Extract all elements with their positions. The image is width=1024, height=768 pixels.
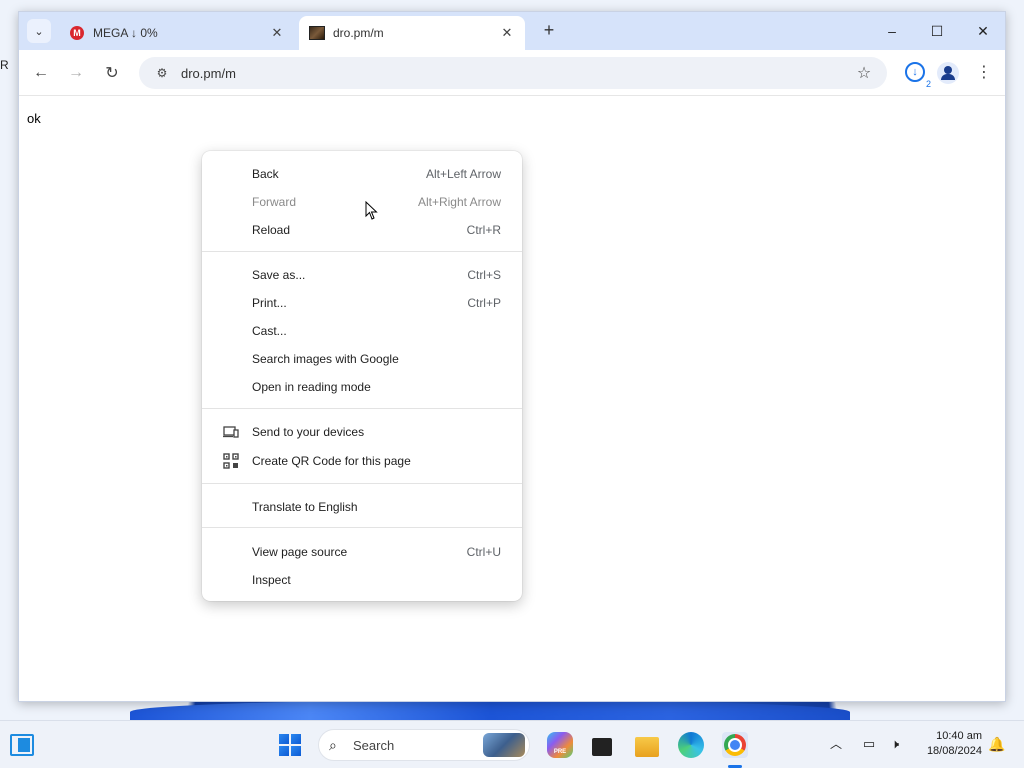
arrow-left-icon: ← xyxy=(33,64,49,81)
mega-icon: M xyxy=(69,25,85,41)
more-menu-icon[interactable]: ⋮ xyxy=(974,60,994,86)
menu-item-search-images[interactable]: Search images with Google xyxy=(202,345,522,373)
chevron-up-icon[interactable]: ︿ xyxy=(830,735,842,752)
menu-item-print[interactable]: Print... Ctrl+P xyxy=(202,289,522,317)
menu-item-label: Save as... xyxy=(252,268,306,282)
menu-item-label: Cast... xyxy=(252,324,287,338)
site-settings-icon[interactable]: ⚙ xyxy=(147,66,177,80)
start-button[interactable] xyxy=(279,734,301,756)
download-icon: ↓ xyxy=(905,62,925,82)
menu-item-qr-code[interactable]: Create QR Code for this page xyxy=(202,447,522,475)
system-clock[interactable]: 10:40 am 18/08/2024 xyxy=(912,729,982,759)
chrome-app-button[interactable] xyxy=(722,732,748,758)
menu-item-label: Reload xyxy=(252,223,291,237)
widgets-icon[interactable] xyxy=(10,734,34,756)
minimize-button[interactable]: – xyxy=(877,18,907,44)
site-icon xyxy=(309,25,325,41)
menu-item-label: Create QR Code for this page xyxy=(252,454,411,468)
menu-separator xyxy=(202,527,522,528)
copilot-badge: PRE xyxy=(553,749,567,755)
menu-item-shortcut: Ctrl+S xyxy=(467,268,501,282)
menu-item-label: View page source xyxy=(252,545,348,559)
menu-item-label: Forward xyxy=(252,195,297,209)
menu-item-label: Search images with Google xyxy=(252,352,399,366)
edge-browser-icon[interactable] xyxy=(678,732,704,758)
menu-item-inspect[interactable]: Inspect xyxy=(202,566,522,594)
reload-icon: ↻ xyxy=(105,65,119,82)
close-window-button[interactable]: ✕ xyxy=(968,18,998,44)
tab-dro[interactable]: dro.pm/m ✕ xyxy=(299,16,525,50)
search-placeholder: Search xyxy=(353,737,395,753)
menu-item-shortcut: Alt+Left Arrow xyxy=(425,167,501,181)
clock-time: 10:40 am xyxy=(936,730,982,742)
menu-item-label: Open in reading mode xyxy=(252,380,371,394)
menu-item-cast[interactable]: Cast... xyxy=(202,317,522,345)
taskbar-search[interactable]: ⌕ Search xyxy=(318,729,530,761)
menu-item-translate[interactable]: Translate to English xyxy=(202,493,522,521)
menu-item-forward[interactable]: Forward Alt+Right Arrow xyxy=(202,188,522,216)
menu-item-reload[interactable]: Reload Ctrl+R xyxy=(202,216,522,244)
reload-button[interactable]: ↻ xyxy=(99,60,125,86)
menu-item-shortcut: Alt+Right Arrow xyxy=(417,195,501,209)
clock-date: 18/08/2024 xyxy=(926,745,982,757)
menu-item-label: Print... xyxy=(252,296,287,310)
desktop-icon[interactable] xyxy=(0,118,18,134)
menu-item-shortcut: Ctrl+P xyxy=(467,296,501,310)
menu-item-shortcut: Ctrl+R xyxy=(466,223,501,237)
taskbar: ⌕ Search PRE ︿ ▭ 🕨 10:40 am 18/08/2024 🔔 xyxy=(0,720,1024,768)
notification-bell-icon[interactable]: 🔔 xyxy=(988,736,1005,753)
menu-separator xyxy=(202,251,522,252)
menu-item-save-as[interactable]: Save as... Ctrl+S xyxy=(202,261,522,289)
forward-button[interactable]: → xyxy=(63,60,89,86)
address-bar[interactable]: ⚙ dro.pm/m ☆ xyxy=(139,57,887,89)
downloads-button[interactable]: ↓ 2 xyxy=(903,60,931,89)
browser-toolbar: ← → ↻ ⚙ dro.pm/m ☆ ↓ 2 ⋮ xyxy=(19,50,1005,96)
menu-item-reading-mode[interactable]: Open in reading mode xyxy=(202,373,522,401)
terminal-app-icon[interactable] xyxy=(589,732,615,758)
bookmark-star-icon[interactable]: ☆ xyxy=(849,63,879,83)
profile-avatar-icon[interactable] xyxy=(937,62,959,84)
chevron-down-icon: ⌄ xyxy=(34,25,44,38)
search-icon: ⌕ xyxy=(329,736,337,753)
menu-separator xyxy=(202,483,522,484)
mouse-cursor-icon xyxy=(365,201,378,220)
download-count: 2 xyxy=(925,79,931,89)
menu-item-label: Translate to English xyxy=(252,500,358,514)
chrome-icon xyxy=(724,734,746,756)
tab-title: dro.pm/m xyxy=(333,26,384,40)
url-text[interactable]: dro.pm/m xyxy=(177,66,849,81)
menu-item-shortcut: Ctrl+U xyxy=(466,545,501,559)
menu-item-label: Send to your devices xyxy=(252,425,365,439)
copilot-icon[interactable]: PRE xyxy=(547,732,573,758)
menu-item-label: Inspect xyxy=(252,573,291,587)
page-body-text: ok xyxy=(27,111,41,126)
arrow-right-icon: → xyxy=(68,64,84,81)
menu-separator xyxy=(202,408,522,409)
file-explorer-icon[interactable] xyxy=(634,732,660,758)
menu-item-send-to-devices[interactable]: Send to your devices xyxy=(202,418,522,446)
close-icon[interactable]: ✕ xyxy=(499,25,515,41)
devices-icon xyxy=(222,424,240,440)
maximize-button[interactable]: ☐ xyxy=(922,18,952,44)
tab-title: MEGA ↓ 0% xyxy=(93,26,158,40)
close-icon[interactable]: ✕ xyxy=(269,25,285,41)
qr-code-icon xyxy=(222,453,240,469)
menu-item-view-source[interactable]: View page source Ctrl+U xyxy=(202,538,522,566)
tab-strip: ⌄ M MEGA ↓ 0% ✕ dro.pm/m ✕ + – ☐ ✕ xyxy=(19,12,1005,50)
desktop-icon[interactable] xyxy=(0,220,18,236)
menu-item-label: Back xyxy=(252,167,279,181)
context-menu: Back Alt+Left Arrow Forward Alt+Right Ar… xyxy=(202,151,522,601)
volume-muted-icon[interactable]: 🕨 xyxy=(886,736,904,752)
menu-item-back[interactable]: Back Alt+Left Arrow xyxy=(202,160,522,188)
network-icon[interactable]: ▭ xyxy=(860,736,878,752)
search-highlight-image xyxy=(483,733,525,757)
new-tab-button[interactable]: + xyxy=(538,20,560,42)
tab-search-button[interactable]: ⌄ xyxy=(27,19,51,43)
tab-mega[interactable]: M MEGA ↓ 0% ✕ xyxy=(59,16,295,50)
back-button[interactable]: ← xyxy=(28,60,54,86)
desktop-icon[interactable]: R xyxy=(0,58,18,74)
